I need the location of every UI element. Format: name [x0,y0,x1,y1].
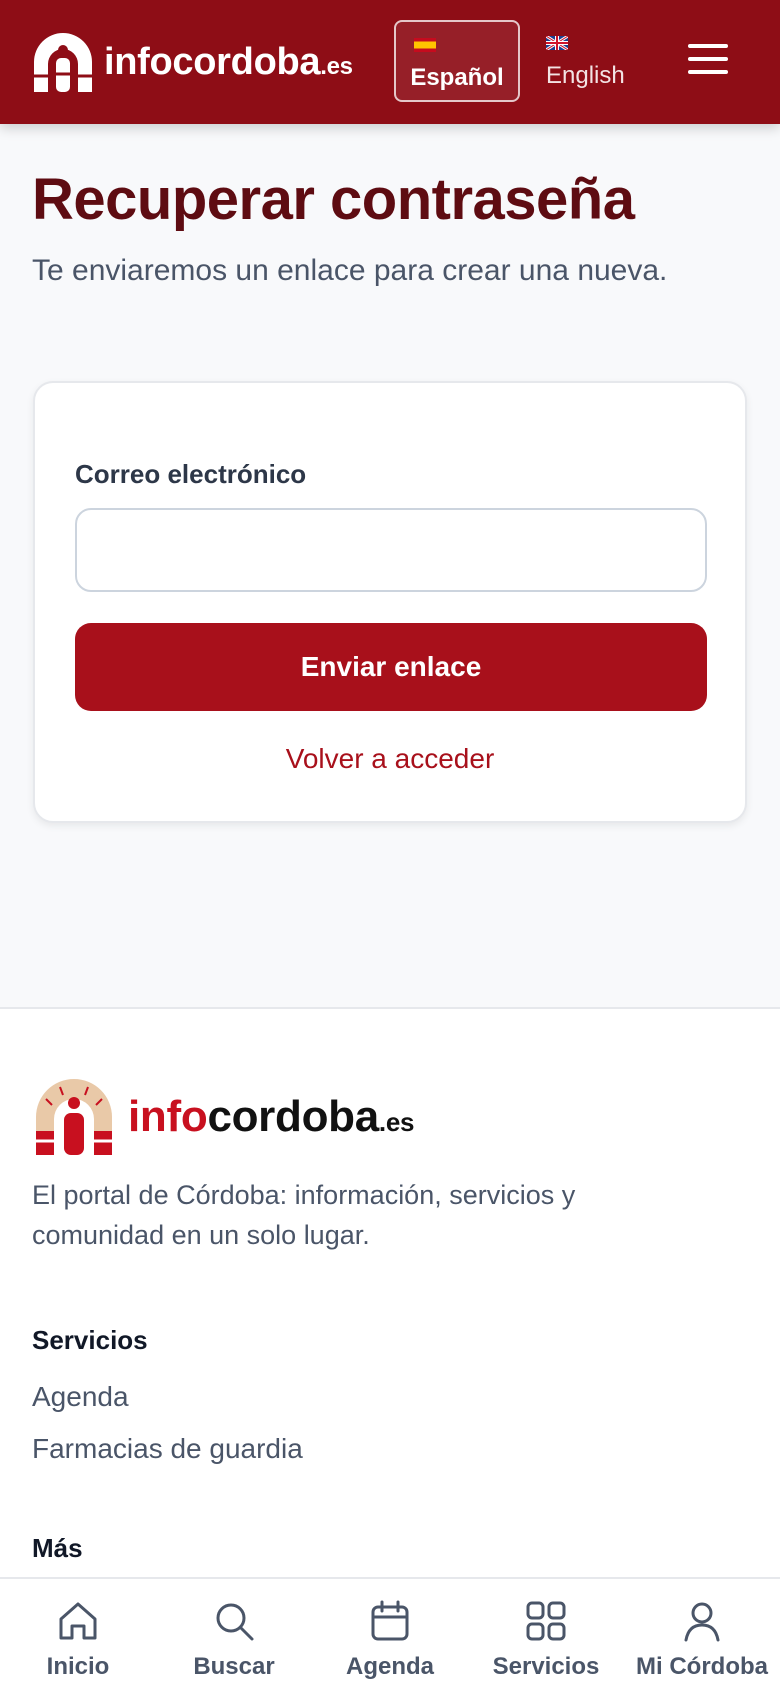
language-spanish-button[interactable]: Español [394,20,520,102]
language-english-button[interactable]: English [540,20,660,102]
top-header: infocordoba.es Español English [0,0,780,124]
page-title: Recuperar contraseña [32,167,635,232]
hamburger-menu-icon[interactable] [688,44,728,78]
nav-label-servicios: Servicios [492,1653,600,1680]
send-link-button[interactable]: Enviar enlace [75,623,707,711]
back-to-login-link[interactable]: Volver a acceder [35,743,745,775]
footer-logo[interactable]: infocordoba.es [32,1079,414,1155]
logo-text: infocordoba.es [104,40,353,83]
arch-logo-icon [34,33,92,92]
footer-heading-mas: Más [32,1533,83,1563]
nav-label-mi-cordoba: Mi Córdoba [636,1653,768,1680]
footer-tagline: El portal de Córdoba: información, servi… [32,1180,576,1250]
footer-link-farmacias[interactable]: Farmacias de guardia [32,1433,303,1465]
footer-logo-text: infocordoba.es [128,1092,415,1141]
recover-password-form: Correo electrónico Enviar enlace Volver … [33,381,747,823]
calendar-icon [371,1600,409,1641]
uk-flag-icon [546,36,568,50]
language-english-label: English [546,62,625,89]
nav-label-inicio: Inicio [46,1653,110,1680]
site-logo[interactable]: infocordoba.es [30,30,353,94]
search-icon [216,1603,254,1641]
nav-item-mi-cordoba[interactable]: Mi Córdoba [624,1579,780,1690]
nav-item-inicio[interactable]: Inicio [0,1579,156,1690]
bottom-navigation: Inicio Buscar Agenda Servicios Mi Córdob… [0,1577,780,1690]
footer-heading-servicios: Servicios [32,1325,148,1355]
language-spanish-label: Español [410,64,504,91]
nav-label-buscar: Buscar [193,1653,275,1680]
email-field[interactable] [75,508,707,592]
arch-logo-icon [36,1079,112,1155]
nav-label-agenda: Agenda [345,1653,434,1680]
nav-item-agenda[interactable]: Agenda [312,1579,468,1690]
email-label: Correo electrónico [75,459,307,489]
grid-icon [526,1601,566,1641]
page-subtitle: Te enviaremos un enlace para crear una n… [32,254,668,287]
user-icon [684,1602,720,1642]
home-icon [59,1602,97,1640]
nav-item-servicios[interactable]: Servicios [468,1579,624,1690]
es-flag-icon [414,38,436,52]
nav-item-buscar[interactable]: Buscar [156,1579,312,1690]
footer-link-agenda[interactable]: Agenda [32,1381,129,1413]
